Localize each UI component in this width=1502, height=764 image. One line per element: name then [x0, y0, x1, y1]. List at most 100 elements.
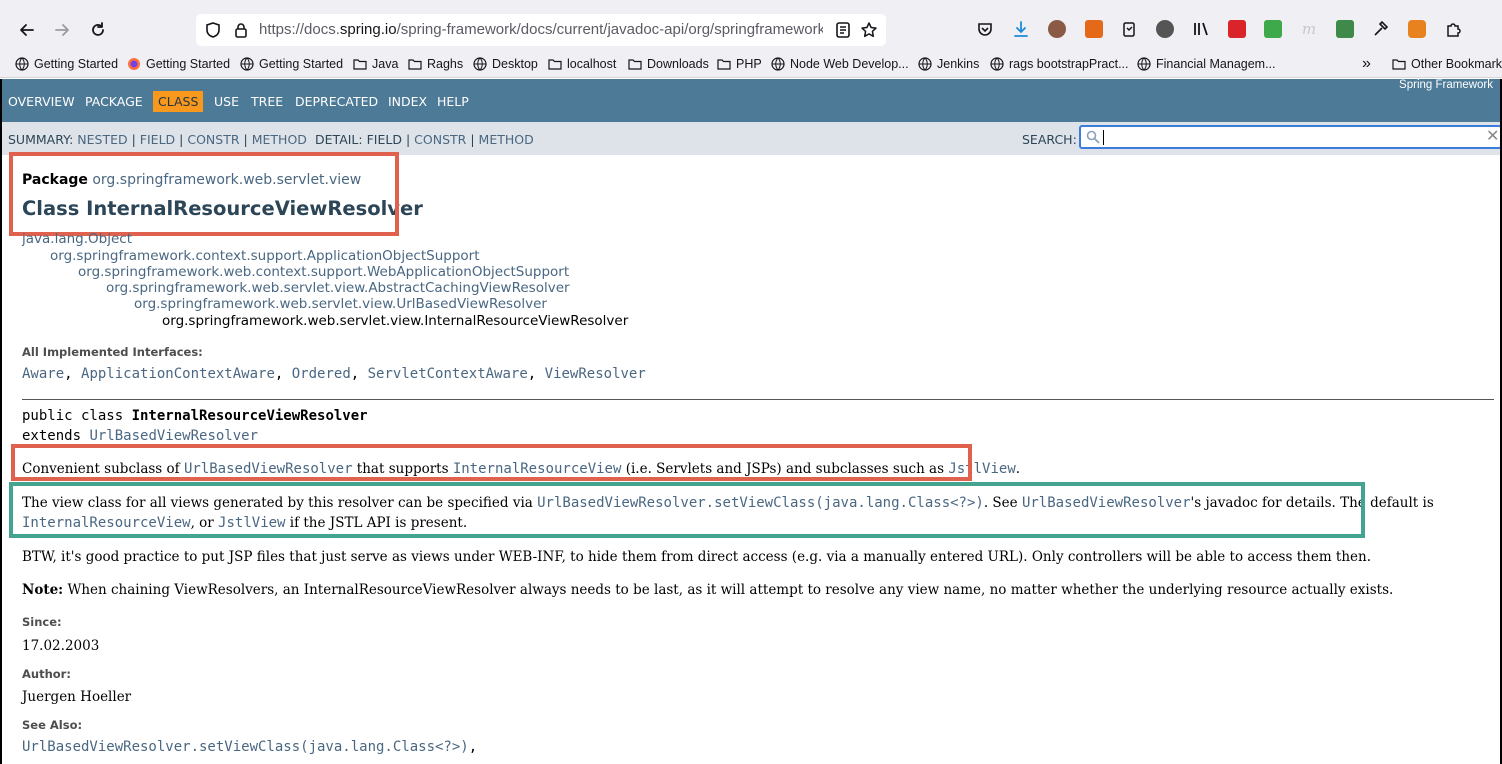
superclass-link[interactable]: UrlBasedViewResolver [89, 428, 258, 444]
interface-link[interactable]: Ordered [292, 366, 351, 382]
detail-link-method[interactable]: METHOD [479, 132, 534, 147]
forward-button[interactable] [44, 12, 80, 48]
bookmark-label: Getting Started [259, 57, 344, 71]
bookmarks-overflow-button[interactable]: » [1362, 55, 1371, 72]
bookmark-item[interactable]: localhost [548, 56, 616, 72]
separator: | [131, 132, 136, 147]
bookmark-label: Node Web Develop... [790, 57, 909, 71]
extensions-puzzle-icon[interactable] [1444, 20, 1462, 38]
bookmark-label: Downloads [647, 57, 709, 71]
summary-links: SUMMARY: NESTED | FIELD | CONSTR | METHO… [8, 132, 307, 147]
highlight-box-desc2 [9, 482, 1365, 538]
bookmark-item[interactable]: Financial Managem... [1137, 56, 1276, 72]
bookmark-item[interactable]: Getting Started [240, 56, 343, 72]
summary-link-nested[interactable]: NESTED [77, 132, 127, 147]
text-caret [1103, 130, 1104, 145]
interface-link[interactable]: ViewResolver [545, 366, 646, 382]
pocket-icon[interactable] [976, 20, 994, 38]
interface-link[interactable]: ApplicationContextAware [81, 366, 275, 382]
extension-dark-icon[interactable] [1156, 20, 1174, 38]
hierarchy-link[interactable]: org.springframework.web.servlet.view.Url… [134, 296, 547, 312]
nav-tree[interactable]: TREE [246, 91, 288, 112]
firefox-icon [128, 58, 140, 70]
decl-prefix: public class [22, 408, 132, 424]
summary-link-method[interactable]: METHOD [252, 132, 307, 147]
library-icon[interactable] [1192, 20, 1210, 38]
hierarchy-link[interactable]: java.lang.Object [22, 231, 132, 247]
bookmark-star-icon[interactable] [860, 21, 878, 39]
description-3: BTW, it's good practice to put JSP files… [22, 549, 1372, 565]
summary-link-constr[interactable]: CONSTR [187, 132, 239, 147]
bookmark-item[interactable]: Raghs [408, 56, 463, 72]
interface-link[interactable]: ServletContextAware [368, 366, 528, 382]
bookmark-item[interactable]: Java [353, 56, 398, 72]
separator: | [179, 132, 184, 147]
divider [22, 399, 1494, 400]
javadoc-top-nav: OVERVIEW PACKAGE CLASS USE TREE DEPRECAT… [0, 79, 1502, 122]
bookmark-item[interactable]: Node Web Develop... [771, 56, 909, 72]
since-label: Since: [22, 615, 62, 629]
search-input[interactable]: ✕ [1079, 125, 1502, 149]
bookmark-item[interactable]: Desktop [473, 56, 538, 72]
extension-orange-icon[interactable] [1085, 20, 1103, 38]
extension-red-icon[interactable] [1228, 20, 1246, 38]
bookmark-label: Jenkins [937, 57, 980, 71]
decl-extends: extends [22, 428, 90, 444]
folder-icon [408, 59, 422, 70]
shield-icon[interactable] [204, 21, 222, 39]
url-prefix: https://docs. [259, 21, 340, 38]
extension-m-icon[interactable]: m [1300, 20, 1318, 38]
nav-package[interactable]: PACKAGE [80, 91, 148, 112]
see-also-separator: , [468, 739, 478, 755]
class-content: Package org.springframework.web.servlet.… [0, 152, 1502, 764]
bookmark-label: Raghs [427, 57, 464, 71]
bookmark-item[interactable]: rags bootstrapPract... [990, 56, 1129, 72]
bookmark-label: Java [372, 57, 399, 71]
bookmark-item[interactable]: PHP [717, 56, 762, 72]
bookmark-item[interactable]: Getting Started [127, 56, 230, 72]
search-reset-button[interactable]: ✕ [1486, 127, 1502, 145]
other-bookmarks[interactable]: Other Bookmarks [1392, 56, 1502, 72]
nav-deprecated[interactable]: DEPRECATED [290, 91, 383, 112]
bookmark-item[interactable]: Downloads [628, 56, 709, 72]
download-icon[interactable] [1012, 20, 1030, 38]
reload-button[interactable] [80, 12, 116, 48]
hammer-icon[interactable] [1372, 20, 1390, 38]
interface-link[interactable]: Aware [22, 366, 64, 382]
globe-icon [918, 57, 932, 71]
nav-overview[interactable]: OVERVIEW [3, 91, 80, 112]
reader-view-icon[interactable] [834, 21, 852, 39]
hierarchy-link[interactable]: org.springframework.context.support.Appl… [50, 248, 480, 264]
hierarchy-link[interactable]: org.springframework.web.context.support.… [78, 264, 569, 280]
bookmarks-bar: Getting Started Getting Started Getting … [0, 48, 1502, 78]
nav-class: CLASS [153, 91, 204, 112]
other-bookmarks-label: Other Bookmarks [1411, 57, 1502, 71]
decl-name: InternalResourceViewResolver [131, 408, 368, 424]
summary-link-field[interactable]: FIELD [140, 132, 175, 147]
bookmark-label: localhost [567, 57, 617, 71]
clipboard-icon[interactable] [1120, 20, 1138, 38]
bookmark-item[interactable]: Getting Started [15, 56, 118, 72]
nav-help[interactable]: HELP [432, 91, 474, 112]
folder-icon [717, 59, 731, 70]
url-text[interactable]: https://docs.spring.io/spring-framework/… [259, 21, 823, 38]
bookmark-item[interactable]: Jenkins [918, 56, 979, 72]
interfaces-list: Aware, ApplicationContextAware, Ordered,… [22, 366, 646, 382]
address-bar[interactable]: https://docs.spring.io/spring-framework/… [196, 14, 886, 46]
nav-use[interactable]: USE [209, 91, 244, 112]
see-also-link[interactable]: UrlBasedViewResolver.setViewClass(java.l… [22, 739, 469, 755]
brand-label: Spring Framework [1399, 79, 1493, 91]
see-also-label: See Also: [22, 718, 83, 732]
lock-icon[interactable] [232, 21, 250, 39]
extension-tray-icon[interactable] [1336, 20, 1354, 38]
nav-index[interactable]: INDEX [383, 91, 432, 112]
search-label: SEARCH: [1022, 132, 1077, 147]
since-value: 17.02.2003 [22, 638, 100, 654]
metamask-icon[interactable] [1408, 20, 1426, 38]
back-button[interactable] [9, 12, 45, 48]
hierarchy-link[interactable]: org.springframework.web.servlet.view.Abs… [106, 280, 570, 296]
detail-link-constr[interactable]: CONSTR [414, 132, 466, 147]
bookmark-label: rags bootstrapPract... [1009, 57, 1129, 71]
profile-avatar-icon[interactable] [1048, 20, 1066, 38]
extension-green-icon[interactable] [1264, 20, 1282, 38]
